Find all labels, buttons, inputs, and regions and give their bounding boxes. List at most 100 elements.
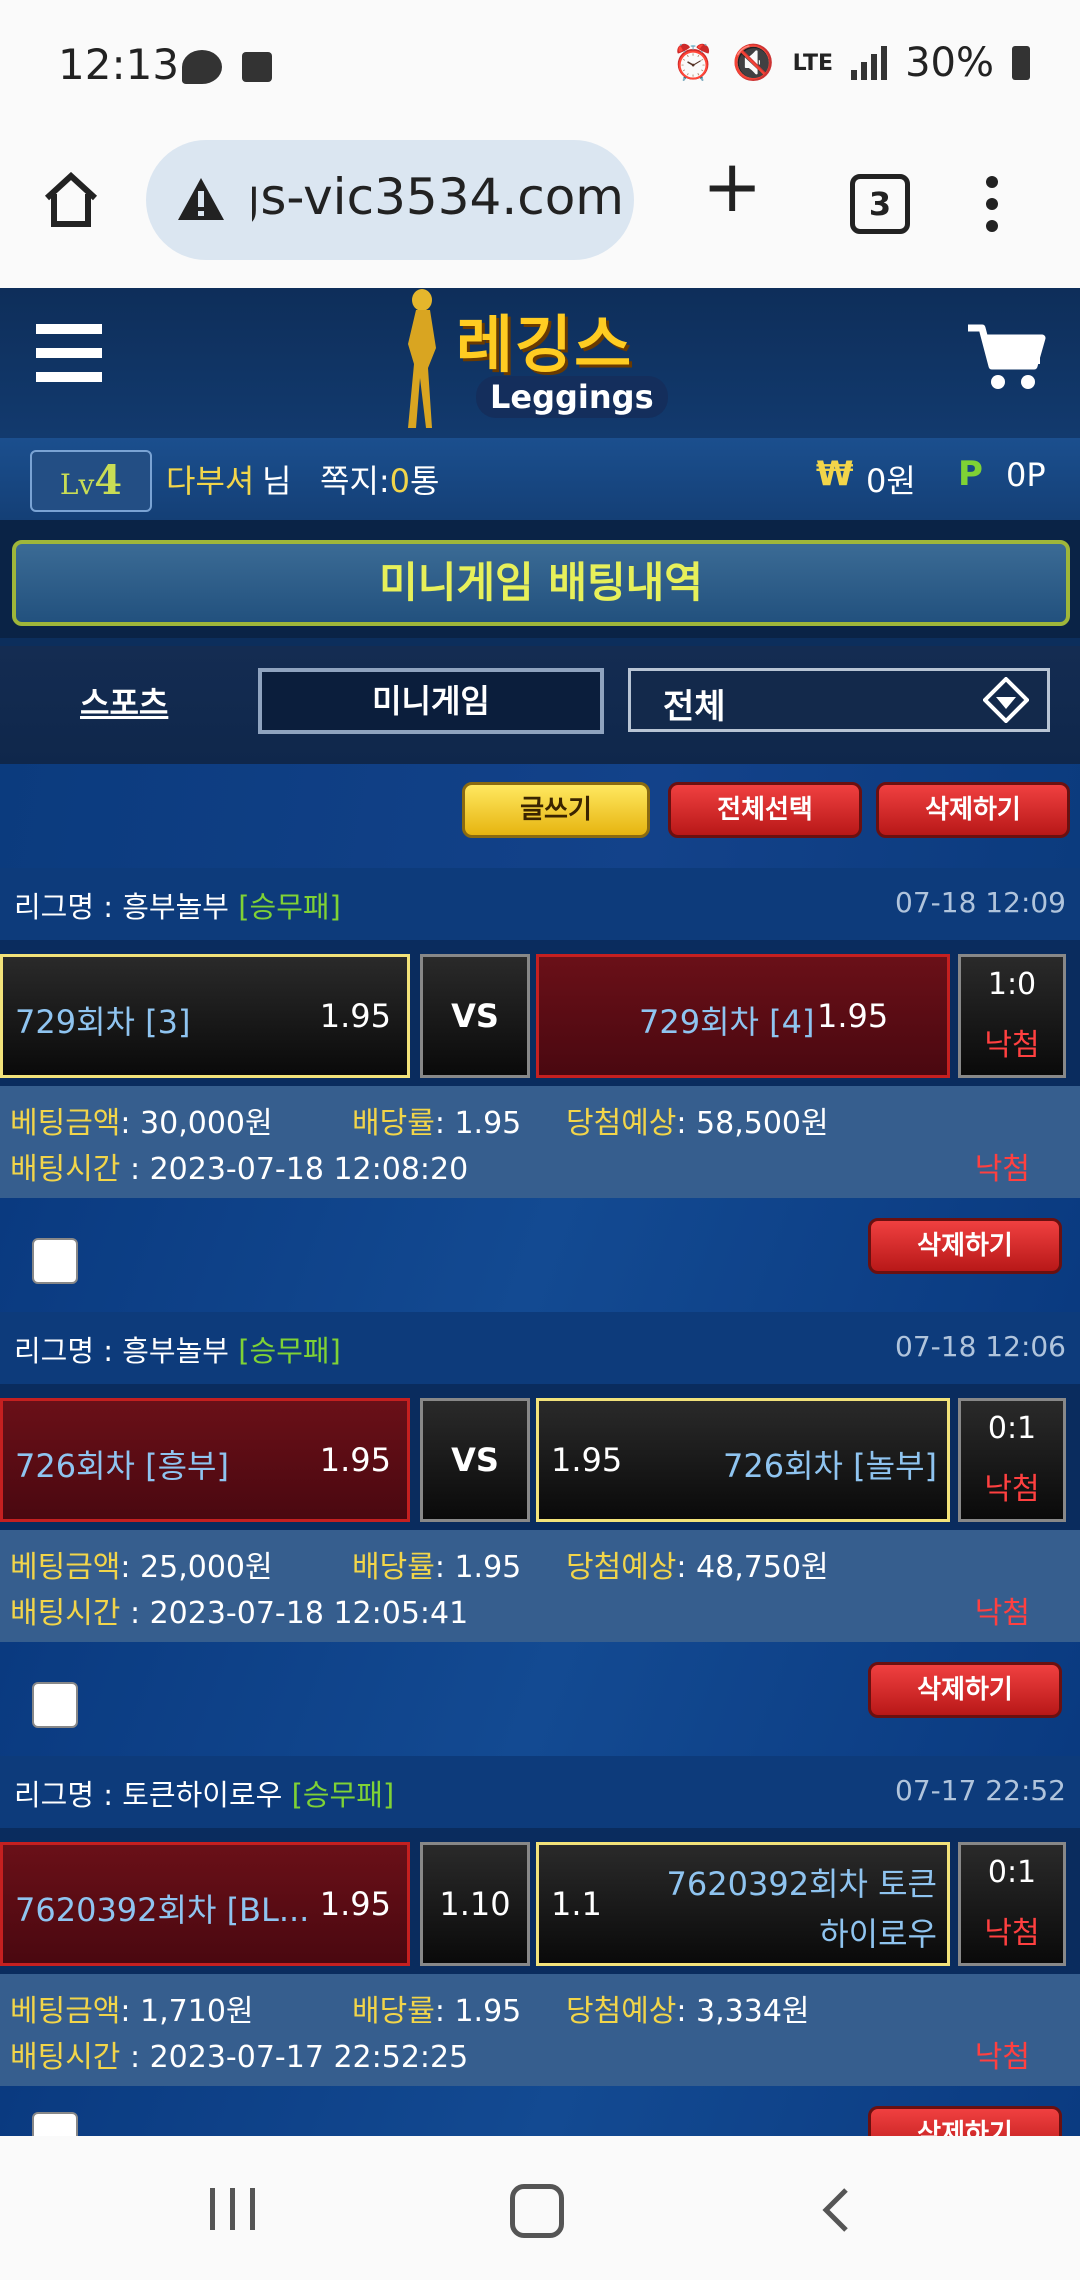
away-team-box: 1.1 7620392회차 토큰 하이로우 (536, 1842, 950, 1966)
bet-header: 리그명 : 토큰하이로우 [승무패] 07-17 22:52 (0, 1756, 1080, 1828)
bet-expected: 당첨예상: 58,500원 (566, 1106, 829, 1141)
bet-expected: 당첨예상: 3,334원 (566, 1994, 810, 2029)
home-team-box: 7620392회차 [BL... 1.95 (0, 1842, 410, 1966)
bet-status: 낙첨 (974, 1596, 1030, 1631)
point-icon: P (958, 454, 983, 494)
bet-item: 리그명 : 흥부놀부 [승무패] 07-18 12:06 726회차 [흥부] … (0, 1312, 1080, 1756)
home-team-box: 726회차 [흥부] 1.95 (0, 1398, 410, 1522)
draw-odds-box: 1.10 (420, 1842, 530, 1966)
bet-actions: 삭제하기 (0, 1198, 1080, 1312)
bet-checkbox[interactable] (32, 1682, 78, 1728)
bet-info: 베팅금액: 25,000원 배당률: 1.95 당첨예상: 48,750원 배팅… (0, 1530, 1080, 1642)
bet-datetime: 07-18 12:09 (895, 886, 1066, 919)
away-odds: 1.95 (817, 997, 889, 1035)
result-label: 낙첨 (984, 1472, 1040, 1507)
select-all-button[interactable]: 전체선택 (668, 782, 862, 838)
recent-apps-icon[interactable] (210, 2188, 258, 2230)
bet-item: 리그명 : 토큰하이로우 [승무패] 07-17 22:52 7620392회차… (0, 1756, 1080, 2136)
username: 다부셔 (166, 462, 255, 500)
score-value: 0:1 (987, 1411, 1037, 1446)
tab-sports[interactable]: 스포츠 (80, 678, 168, 724)
signal-icon (851, 46, 888, 80)
home-team-box: 729회차 [3] 1.95 (0, 954, 410, 1078)
away-team-box: 1.95 726회차 [놀부] (536, 1398, 950, 1522)
won-icon: ₩ (816, 454, 854, 494)
money-value: 0원 (866, 462, 916, 500)
new-tab-icon[interactable]: + (702, 150, 762, 222)
logo-korean: 레깅스 (456, 308, 634, 381)
score-value: 1:0 (987, 967, 1037, 1002)
bet-header: 리그명 : 흥부놀부 [승무패] 07-18 12:09 (0, 868, 1080, 940)
bet-expected: 당첨예상: 48,750원 (566, 1550, 829, 1585)
home-odds: 1.95 (319, 997, 391, 1035)
browser-toolbar: gs-vic3534.com + 3 (0, 140, 1080, 290)
bet-actions: 삭제하기 (0, 1642, 1080, 1756)
bet-datetime: 07-18 12:06 (895, 1330, 1066, 1363)
tab-minigame[interactable]: 미니게임 (258, 668, 604, 734)
bet-header: 리그명 : 흥부놀부 [승무패] 07-18 12:06 (0, 1312, 1080, 1384)
message-label[interactable]: 쪽지:0통 (320, 456, 439, 502)
status-time: 12:13 (58, 40, 180, 89)
bet-status: 낙첨 (974, 1152, 1030, 1187)
user-info-bar: Lv4 다부셔 님 쪽지:0통 ₩ 0원 P 0P (0, 438, 1080, 520)
away-odds: 1.1 (551, 1885, 602, 1923)
result-label: 낙첨 (984, 1028, 1040, 1063)
point-value: 0P (1006, 456, 1046, 494)
site-header: 레깅스 Leggings (0, 288, 1080, 438)
bet-status: 낙첨 (974, 2040, 1030, 2075)
delete-bet-button[interactable]: 삭제하기 (868, 2106, 1062, 2136)
battery-icon (1012, 46, 1030, 80)
tab-switcher-button[interactable]: 3 (850, 174, 910, 234)
mute-icon: 🔇 (732, 43, 775, 83)
level-badge: Lv4 (30, 450, 152, 512)
lte-icon: LTE (792, 50, 834, 76)
alarm-icon: ⏰ (671, 43, 715, 83)
bet-time: 배팅시간 : 2023-07-17 22:52:25 (10, 2040, 469, 2075)
more-menu-icon[interactable] (986, 176, 998, 232)
address-bar[interactable]: gs-vic3534.com (146, 140, 634, 260)
bet-datetime: 07-17 22:52 (895, 1774, 1066, 1807)
logo-figure-icon (408, 289, 436, 428)
filter-select[interactable]: 전체 (628, 668, 1050, 732)
away-odds: 1.95 (551, 1441, 623, 1479)
home-icon[interactable] (42, 172, 100, 228)
bet-rate: 배당률: 1.95 (352, 1550, 522, 1585)
battery-percent: 30% (905, 40, 994, 86)
league-line: 리그명 : 흥부놀부 [승무패] (14, 890, 341, 924)
bet-amount: 베팅금액: 30,000원 (10, 1106, 273, 1141)
home-team-name: 726회차 [흥부] (15, 1447, 229, 1485)
bet-checkbox[interactable] (32, 2112, 78, 2136)
bet-match-row: 7620392회차 [BL... 1.95 1.10 1.1 7620392회차… (0, 1828, 1080, 1974)
bet-time: 배팅시간 : 2023-07-18 12:08:20 (10, 1152, 469, 1187)
status-bar: 12:13 ⏰ 🔇 LTE 30% (0, 0, 1080, 140)
category-tabs: 스포츠 미니게임 전체 (0, 646, 1080, 764)
bet-info: 베팅금액: 1,710원 배당률: 1.95 당첨예상: 3,334원 배팅시간… (0, 1974, 1080, 2086)
bet-actions: 삭제하기 (0, 2086, 1080, 2136)
vs-box: VS (420, 1398, 530, 1522)
site-logo[interactable]: 레깅스 Leggings (398, 288, 688, 438)
away-team-box: 729회차 [4] 1.95 (536, 954, 950, 1078)
delete-bet-button[interactable]: 삭제하기 (868, 1218, 1062, 1274)
vs-box: VS (420, 954, 530, 1078)
bet-info: 베팅금액: 30,000원 배당률: 1.95 당첨예상: 58,500원 배팅… (0, 1086, 1080, 1198)
delete-bet-button[interactable]: 삭제하기 (868, 1662, 1062, 1718)
url-text[interactable]: gs-vic3534.com (252, 168, 624, 226)
score-box: 1:0 낙첨 (958, 954, 1066, 1078)
dropdown-arrow-icon (983, 677, 1029, 723)
bet-checkbox[interactable] (32, 1238, 78, 1284)
cart-icon[interactable] (966, 322, 1046, 392)
clock-app-icon (242, 52, 272, 82)
home-odds: 1.95 (319, 1441, 391, 1479)
back-icon[interactable] (820, 2186, 850, 2234)
home-button-icon[interactable] (510, 2184, 564, 2238)
write-button[interactable]: 글쓰기 (462, 782, 650, 838)
bet-rate: 배당률: 1.95 (352, 1994, 522, 2029)
league-line: 리그명 : 흥부놀부 [승무패] (14, 1334, 341, 1368)
bet-match-row: 729회차 [3] 1.95 VS 729회차 [4] 1.95 1:0 낙첨 (0, 940, 1080, 1086)
score-value: 0:1 (987, 1855, 1037, 1890)
bet-match-row: 726회차 [흥부] 1.95 VS 1.95 726회차 [놀부] 0:1 낙… (0, 1384, 1080, 1530)
logo-english: Leggings (476, 376, 668, 418)
hamburger-menu-icon[interactable] (36, 324, 102, 384)
delete-all-button[interactable]: 삭제하기 (876, 782, 1070, 838)
bet-rate: 배당률: 1.95 (352, 1106, 522, 1141)
